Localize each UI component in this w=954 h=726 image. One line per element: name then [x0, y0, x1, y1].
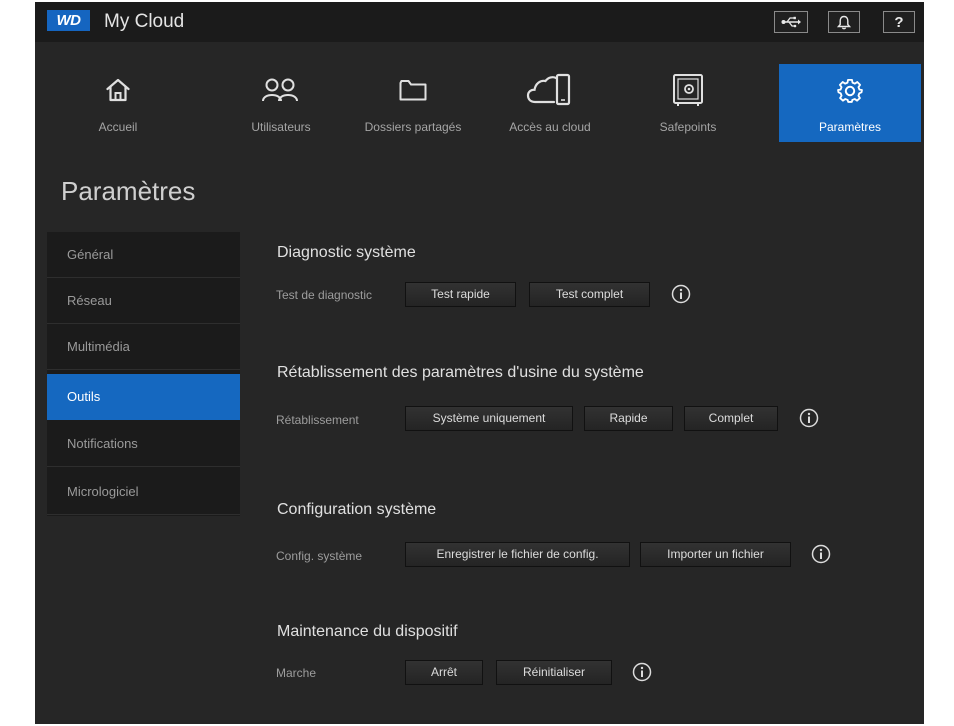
info-icon-factory-reset[interactable]: [799, 408, 819, 428]
row-label-factory-reset: Rétablissement: [276, 413, 359, 427]
nav-item-acces-cloud[interactable]: Accès au cloud: [495, 64, 605, 142]
nav-label-utilisateurs: Utilisateurs: [251, 120, 311, 134]
quick-reset-button[interactable]: Rapide: [584, 406, 673, 431]
section-title-maintenance: Maintenance du dispositif: [277, 623, 458, 640]
bell-icon: [837, 15, 851, 29]
side-item-micrologiciel[interactable]: Micrologiciel: [47, 469, 240, 515]
full-reset-button[interactable]: Complet: [684, 406, 778, 431]
save-config-button[interactable]: Enregistrer le fichier de config.: [405, 542, 630, 567]
nav-item-parametres[interactable]: Paramètres: [779, 64, 921, 142]
app-title: My Cloud: [104, 11, 185, 32]
row-label-maintenance: Marche: [276, 666, 317, 680]
row-label-diagnostic: Test de diagnostic: [276, 288, 373, 302]
safe-icon: [673, 74, 703, 106]
app-window: WD My Cloud ? Accueil Utilisateurs Dossi…: [35, 2, 924, 724]
users-icon: [262, 78, 298, 102]
section-title-factory-reset: Rétablissement des paramètres d'usine du…: [277, 364, 644, 381]
top-bar: WD My Cloud ?: [35, 2, 924, 42]
shutdown-button[interactable]: Arrêt: [405, 660, 483, 685]
help-button[interactable]: ?: [883, 11, 915, 33]
nav-label-parametres: Paramètres: [818, 120, 882, 134]
row-label-config: Config. système: [276, 549, 363, 563]
usb-button[interactable]: [774, 11, 808, 33]
notifications-button[interactable]: [828, 11, 860, 33]
usb-icon: [781, 16, 801, 28]
nav-label-safepoints: Safepoints: [659, 120, 717, 134]
side-item-general[interactable]: Général: [47, 232, 240, 278]
cloud-device-icon: [526, 73, 571, 106]
page-title: Paramètres: [61, 176, 196, 206]
side-item-notifications[interactable]: Notifications: [47, 421, 240, 467]
settings-side-menu: Général Réseau Multimédia Outils Notific…: [47, 232, 240, 516]
help-label: ?: [894, 13, 904, 31]
nav-label-dossiers-partages: Dossiers partagés: [364, 120, 462, 134]
nav-item-dossiers-partages[interactable]: Dossiers partagés: [353, 64, 473, 142]
full-test-button[interactable]: Test complet: [529, 282, 650, 307]
reboot-button[interactable]: Réinitialiser: [496, 660, 612, 685]
import-file-button[interactable]: Importer un fichier: [640, 542, 791, 567]
info-icon-config[interactable]: [811, 544, 831, 564]
side-item-outils[interactable]: Outils: [47, 374, 240, 420]
nav-item-safepoints[interactable]: Safepoints: [638, 64, 738, 142]
side-item-multimedia[interactable]: Multimédia: [47, 324, 240, 370]
nav-item-accueil[interactable]: Accueil: [68, 64, 168, 142]
nav-label-acces-cloud: Accès au cloud: [509, 120, 591, 134]
folder-icon: [399, 80, 427, 101]
info-icon-diagnostic[interactable]: [671, 284, 691, 304]
side-item-reseau[interactable]: Réseau: [47, 278, 240, 324]
info-icon-maintenance[interactable]: [632, 662, 652, 682]
main-navigation: Accueil Utilisateurs Dossiers partagés A…: [35, 42, 924, 146]
quick-test-button[interactable]: Test rapide: [405, 282, 516, 307]
nav-item-utilisateurs[interactable]: Utilisateurs: [231, 64, 331, 142]
section-title-diagnostic: Diagnostic système: [277, 244, 416, 261]
system-only-reset-button[interactable]: Système uniquement: [405, 406, 573, 431]
wd-logo: WD: [47, 10, 90, 31]
section-title-config: Configuration système: [277, 501, 437, 518]
home-icon: [106, 78, 130, 102]
gear-icon: [837, 78, 863, 103]
nav-label-accueil: Accueil: [98, 120, 138, 134]
